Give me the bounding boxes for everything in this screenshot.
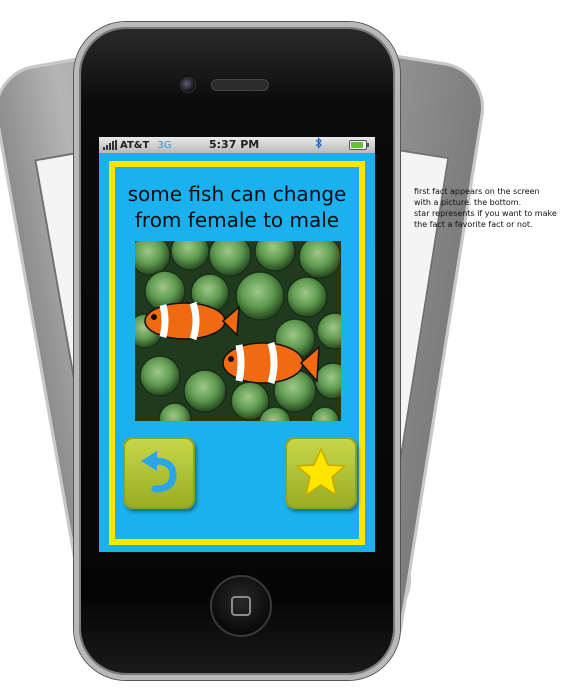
undo-arrow-icon [141, 451, 177, 493]
fact-text-line-1: some fish can change [127, 182, 347, 206]
network-type-label: 3G [157, 139, 172, 151]
annotation-line-3: star represents if you want to make [414, 209, 557, 218]
annotation-line-2: with a picture. the bottom. [414, 198, 522, 207]
star-icon [296, 448, 346, 496]
front-camera [180, 77, 196, 93]
fact-text: some fish can change from female to male [115, 181, 359, 233]
back-button[interactable] [123, 437, 195, 509]
clownfish-photo [135, 241, 341, 421]
bluetooth-icon [315, 137, 323, 152]
home-square-icon [231, 596, 251, 616]
fact-card-frame: some fish can change from female to male [109, 161, 365, 545]
fact-text-line-2: from female to male [134, 208, 340, 232]
battery-icon [349, 140, 369, 150]
fact-image [135, 241, 341, 421]
app-screen: AT&T 3G 5:37 PM some fish can change fro… [99, 137, 375, 552]
annotation-line-4: the fact a favorite fact or not. [414, 220, 533, 229]
annotation-note: first fact appears on the screen with a … [414, 186, 574, 230]
carrier-label: AT&T [120, 139, 150, 151]
favorite-button[interactable] [285, 437, 357, 509]
status-time: 5:37 PM [209, 138, 260, 151]
status-bar: AT&T 3G 5:37 PM [99, 137, 375, 153]
annotation-line-1: first fact appears on the screen [414, 187, 540, 196]
home-button[interactable] [210, 575, 272, 637]
earpiece-speaker [211, 79, 269, 91]
battery-level [351, 142, 363, 148]
signal-strength-icon [103, 140, 117, 150]
phone-device: AT&T 3G 5:37 PM some fish can change fro… [74, 22, 400, 680]
fact-card: some fish can change from female to male [115, 167, 359, 539]
